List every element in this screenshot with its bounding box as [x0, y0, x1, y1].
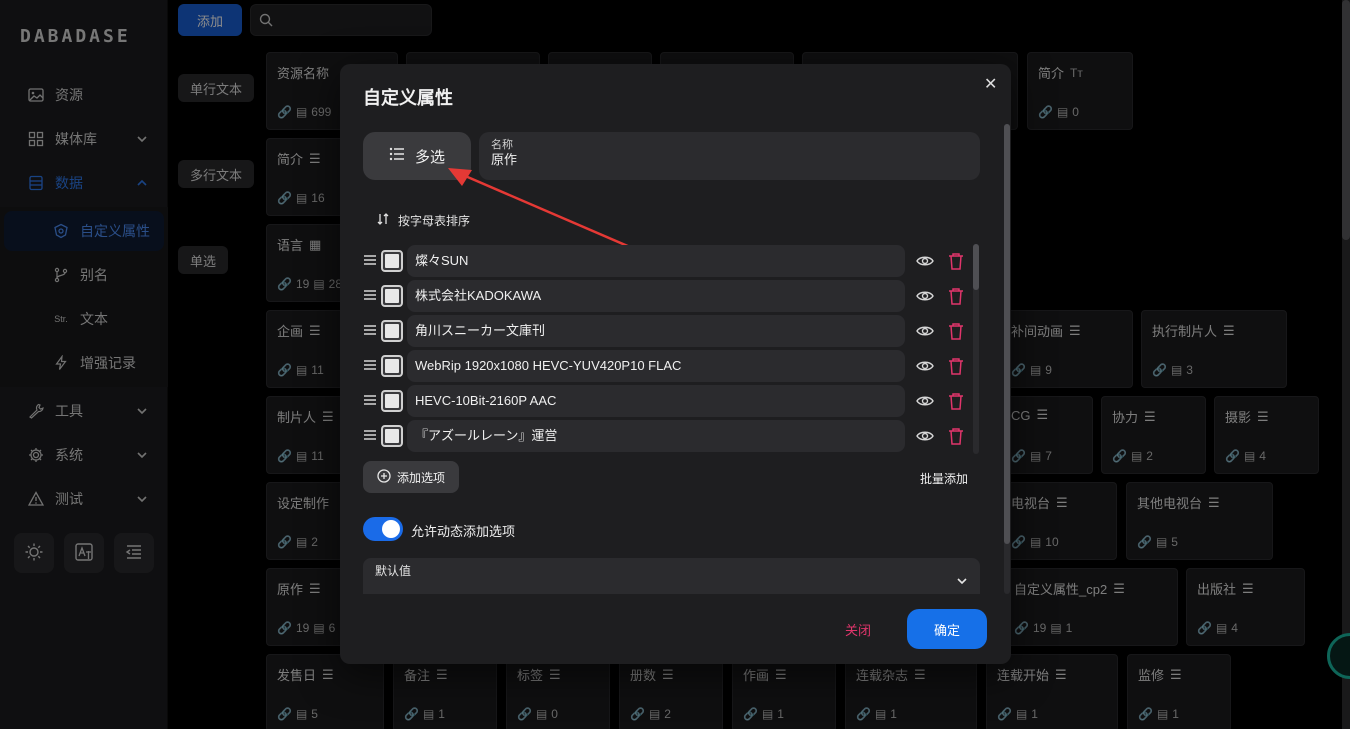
plus-circle-icon	[377, 468, 391, 486]
add-option-button[interactable]: 添加选项	[363, 461, 459, 493]
default-value-label: 默认值	[375, 564, 412, 578]
option-input[interactable]: 角川スニーカー文庫刊	[407, 315, 905, 347]
drag-handle-icon[interactable]	[363, 428, 377, 445]
custom-property-dialog: 自定义属性 ✕ 多选 名称 原作 按字母表排序 燦々SUN 株式会社KADOKA…	[340, 64, 1011, 664]
option-row[interactable]: HEVC-10Bit-2160P AAC	[363, 385, 983, 417]
eye-icon[interactable]	[916, 288, 934, 307]
option-row[interactable]: WebRip 1920x1080 HEVC-YUV420P10 FLAC	[363, 350, 983, 382]
scrollbar-thumb[interactable]	[973, 244, 979, 290]
option-input[interactable]: HEVC-10Bit-2160P AAC	[407, 385, 905, 417]
allow-dynamic-toggle[interactable]	[363, 517, 403, 541]
bulk-add-button[interactable]: 批量添加	[920, 470, 968, 487]
option-row[interactable]: 『アズールレーン』運営	[363, 420, 983, 452]
option-checkbox[interactable]	[381, 320, 403, 342]
option-row[interactable]: 角川スニーカー文庫刊	[363, 315, 983, 347]
trash-icon[interactable]	[948, 322, 964, 343]
option-input[interactable]: 燦々SUN	[407, 245, 905, 277]
close-button[interactable]: 关闭	[845, 620, 871, 639]
option-checkbox[interactable]	[381, 390, 403, 412]
option-checkbox[interactable]	[381, 355, 403, 377]
drag-handle-icon[interactable]	[363, 288, 377, 305]
chevron-down-icon	[956, 570, 968, 596]
eye-icon[interactable]	[916, 393, 934, 412]
eye-icon[interactable]	[916, 253, 934, 272]
option-checkbox[interactable]	[381, 250, 403, 272]
close-icon[interactable]: ✕	[984, 74, 997, 94]
option-checkbox[interactable]	[381, 425, 403, 447]
allow-dynamic-label: 允许动态添加选项	[411, 524, 516, 539]
add-option-label: 添加选项	[396, 470, 445, 485]
drag-handle-icon[interactable]	[363, 393, 377, 410]
option-input[interactable]: 『アズールレーン』運営	[407, 420, 905, 452]
list-icon	[389, 147, 405, 165]
sort-icon	[376, 212, 390, 229]
trash-icon[interactable]	[948, 252, 964, 273]
option-input[interactable]: 株式会社KADOKAWA	[407, 280, 905, 312]
option-row[interactable]: 株式会社KADOKAWA	[363, 280, 983, 312]
dialog-title: 自定义属性	[363, 88, 453, 108]
drag-handle-icon[interactable]	[363, 358, 377, 375]
option-row[interactable]: 燦々SUN	[363, 245, 983, 277]
dialog-scrollbar[interactable]	[1004, 124, 1010, 594]
option-checkbox[interactable]	[381, 285, 403, 307]
trash-icon[interactable]	[948, 357, 964, 378]
trash-icon[interactable]	[948, 427, 964, 448]
scrollbar-thumb[interactable]	[1004, 124, 1010, 544]
name-field-label: 名称	[491, 139, 513, 151]
confirm-button[interactable]: 确定	[907, 609, 987, 649]
drag-handle-icon[interactable]	[363, 323, 377, 340]
eye-icon[interactable]	[916, 323, 934, 342]
trash-icon[interactable]	[948, 287, 964, 308]
trash-icon[interactable]	[948, 392, 964, 413]
property-type-label: 多选	[414, 148, 445, 166]
eye-icon[interactable]	[916, 428, 934, 447]
default-value-select[interactable]: 默认值	[363, 558, 980, 594]
option-input[interactable]: WebRip 1920x1080 HEVC-YUV420P10 FLAC	[407, 350, 905, 382]
drag-handle-icon[interactable]	[363, 253, 377, 270]
eye-icon[interactable]	[916, 358, 934, 377]
options-scrollbar[interactable]	[973, 244, 979, 454]
